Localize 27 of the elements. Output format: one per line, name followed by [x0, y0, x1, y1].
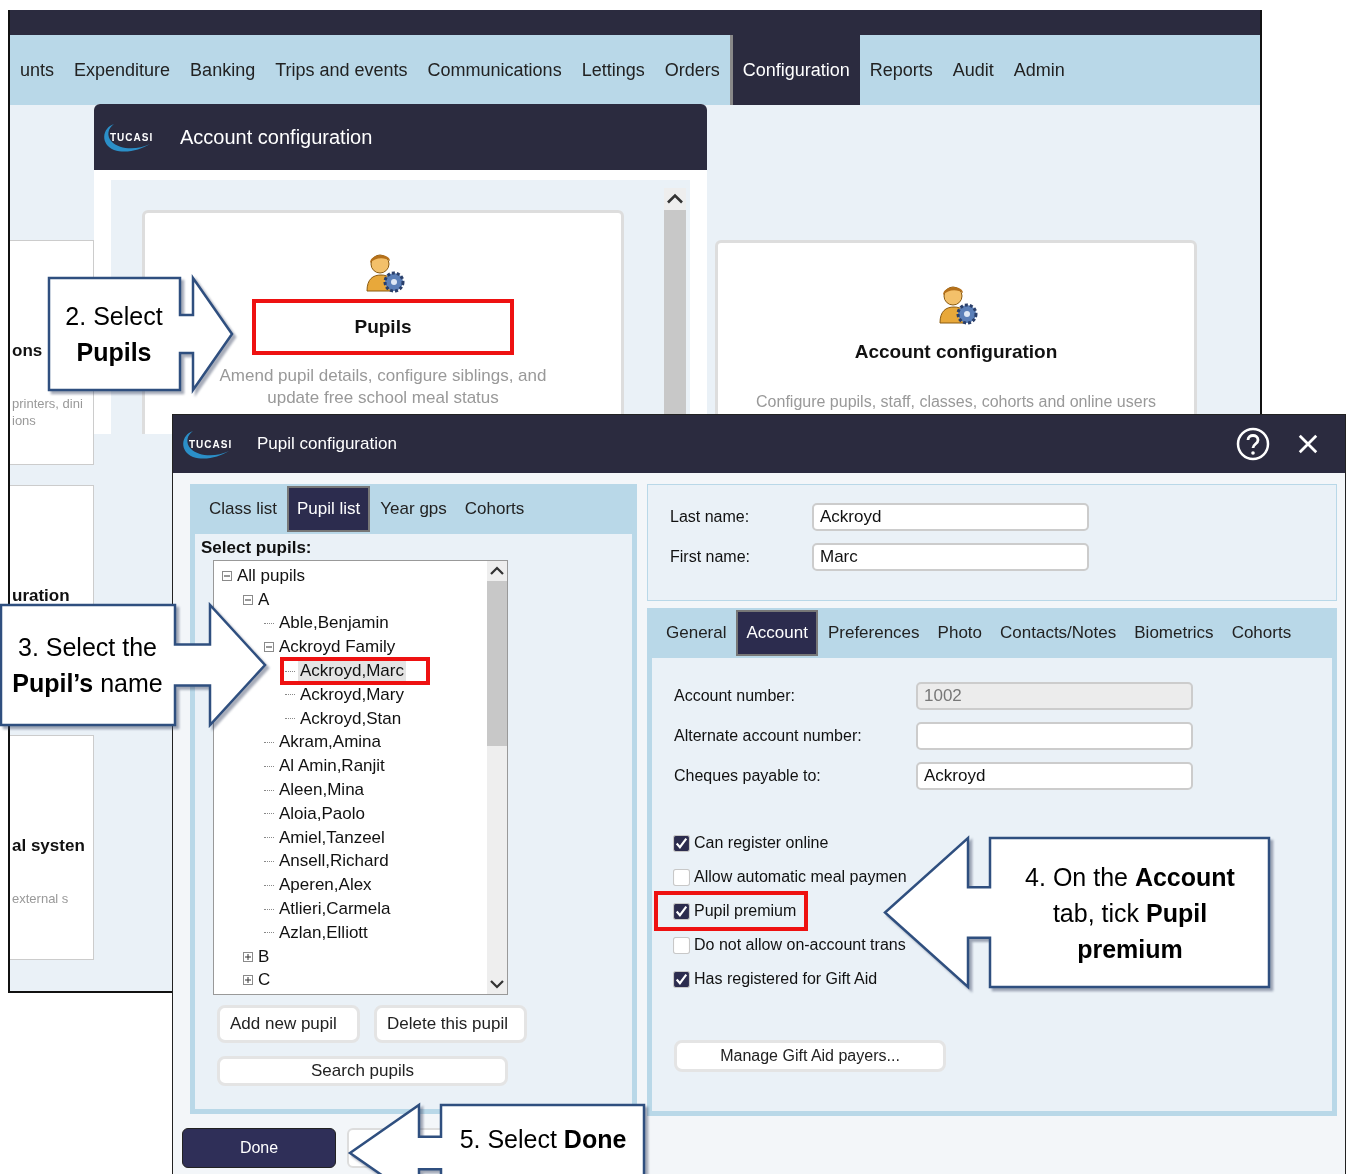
checkbox-label: Pupil premium	[694, 902, 797, 920]
tile-title: ons	[12, 341, 43, 361]
window-title: Pupil configuration	[257, 434, 397, 454]
field-label: Cheques payable to:	[674, 767, 822, 785]
callout-text: 4. On the Account tab, tick Pupil premium	[1025, 861, 1235, 965]
tile-description: Amend pupil details, configure siblings, and update free school meal status	[218, 365, 548, 409]
checkbox-label: Do not allow on-account trans	[694, 936, 906, 954]
tile-description: ions	[12, 412, 36, 429]
checkbox-label: Allow automatic meal paymen	[694, 868, 907, 886]
field-label: Account number:	[674, 687, 796, 705]
tile-description: external s	[12, 890, 69, 907]
tile-title: al systen	[12, 836, 85, 856]
tile-description: Configure pupils, staff, classes, cohorts and online users	[756, 393, 1156, 411]
checkbox-label: Can register online	[694, 834, 829, 852]
tile-description: printers, dini	[12, 395, 83, 412]
field-label: First name:	[670, 548, 751, 566]
tile-title: Pupils	[354, 316, 412, 338]
callout-text: 5. Select Done	[459, 1123, 627, 1155]
tile-title: Account configuration	[854, 341, 1058, 363]
tile-title: uration	[12, 586, 70, 606]
field-label: Alternate account number:	[674, 727, 863, 745]
logo-text: TUCASI	[110, 131, 154, 143]
section-label: Select pupils:	[201, 538, 313, 558]
logo-text: TUCASI	[189, 438, 233, 450]
checkbox-label: Has registered for Gift Aid	[694, 970, 878, 988]
window-title: Account configuration	[180, 125, 373, 149]
field-label: Last name:	[670, 508, 751, 526]
